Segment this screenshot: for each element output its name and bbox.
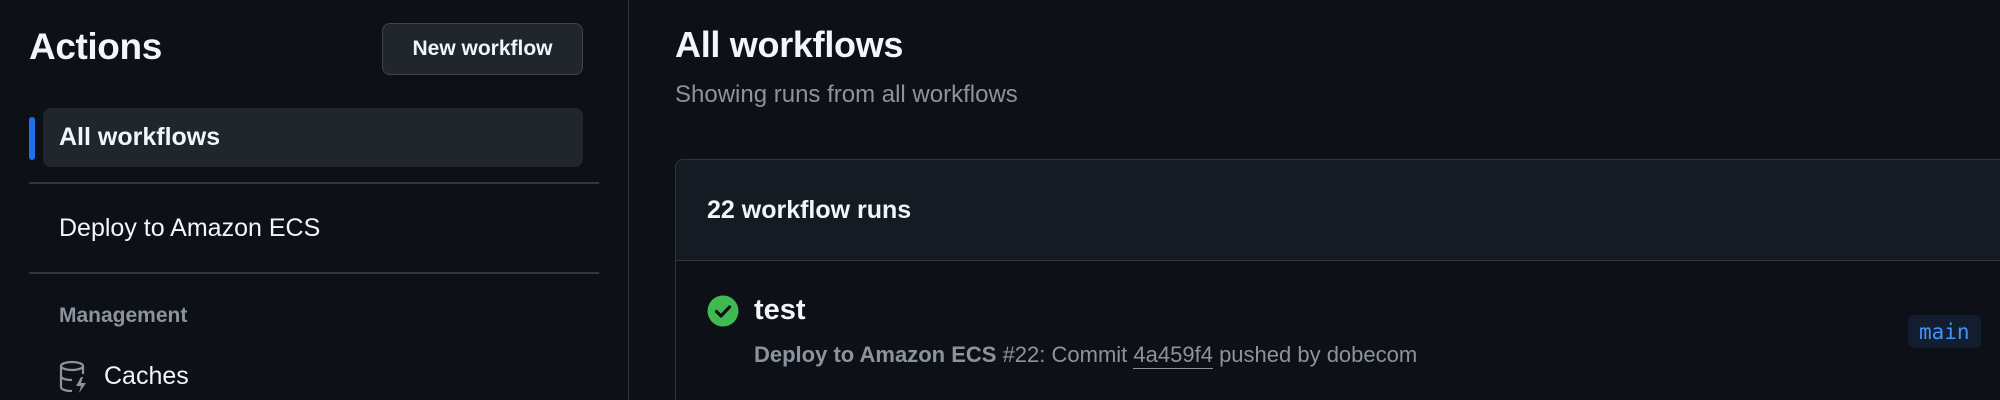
run-meta: Deploy to Amazon ECS #22: Commit 4a459f4…	[754, 342, 1418, 369]
sidebar-item-deploy-to-amazon-ecs[interactable]: Deploy to Amazon ECS	[43, 199, 583, 258]
page-subtitle: Showing runs from all workflows	[675, 81, 1018, 108]
run-title-link[interactable]: test	[754, 294, 806, 327]
actions-page: Actions New workflow All workflows Deplo…	[0, 0, 2000, 400]
commit-link[interactable]: 4a459f4	[1133, 342, 1213, 369]
run-number: #22	[1002, 342, 1040, 367]
page-title: All workflows	[675, 24, 904, 65]
branch-badge[interactable]: main	[1908, 315, 1981, 348]
runs-header: 22 workflow runs	[676, 160, 2000, 261]
workflow-runs-box: 22 workflow runs test Deploy to Amazon E…	[675, 159, 2000, 400]
database-icon	[59, 360, 86, 393]
sidebar-item-all-workflows[interactable]: All workflows	[43, 108, 583, 167]
pushed-by: pushed by dobecom	[1219, 342, 1418, 367]
active-indicator	[29, 117, 35, 160]
divider	[29, 272, 599, 274]
check-circle-icon	[707, 295, 739, 327]
sidebar: Actions New workflow All workflows Deplo…	[0, 0, 629, 400]
divider	[29, 182, 599, 184]
sidebar-item-label: Deploy to Amazon ECS	[59, 214, 321, 242]
sidebar-item-label: All workflows	[59, 123, 221, 151]
new-workflow-button[interactable]: New workflow	[382, 23, 583, 75]
sidebar-title: Actions	[29, 26, 162, 67]
management-heading: Management	[59, 304, 188, 327]
run-workflow-name: Deploy to Amazon ECS	[754, 342, 997, 367]
commit-prefix: : Commit	[1039, 342, 1128, 367]
runs-count: 22 workflow runs	[707, 196, 912, 224]
sidebar-item-caches[interactable]: Caches	[104, 362, 189, 391]
